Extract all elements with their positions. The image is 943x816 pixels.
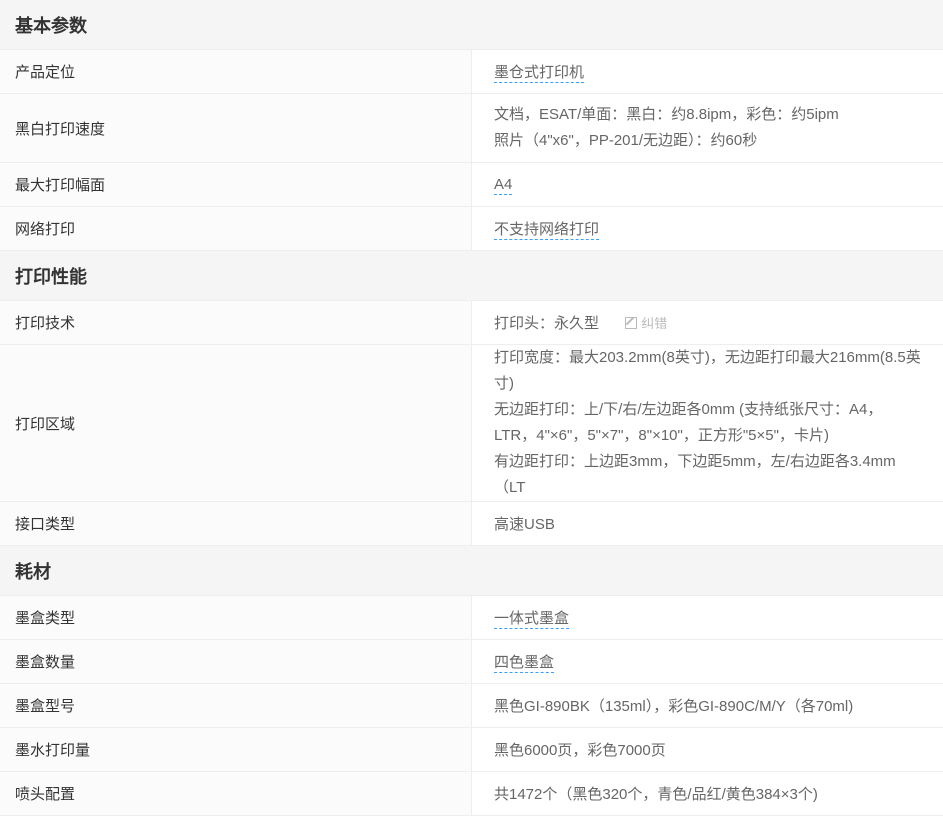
spec-label: 黑白打印速度 [0,94,472,163]
spec-value-line: 无边距打印：上/下/右/左边距各0mm (支持纸张尺寸：A4，LTR，4"×6"… [494,397,923,449]
section-title: 耗材 [0,546,943,596]
spec-label: 墨盒数量 [0,640,472,684]
spec-row-ink-yield: 墨水打印量 黑色6000页，彩色7000页 [0,728,943,772]
spec-table: 基本参数 产品定位 墨仓式打印机 黑白打印速度 文档，ESAT/单面：黑白：约8… [0,0,943,816]
section-header-basic: 基本参数 [0,0,943,50]
spec-value-line: 照片（4"x6"，PP-201/无边距）：约60秒 [494,128,923,154]
spec-label: 最大打印幅面 [0,163,472,207]
spec-row-print-tech: 打印技术 打印头：永久型 纠错 [0,301,943,345]
spec-row-nozzle-config: 喷头配置 共1472个（黑色320个，青色/品红/黄色384×3个) [0,772,943,816]
section-title: 打印性能 [0,251,943,301]
spec-value-line: 打印宽度：最大203.2mm(8英寸)，无边距打印最大216mm(8.5英寸) [494,345,923,397]
section-title: 基本参数 [0,0,943,50]
spec-label: 接口类型 [0,502,472,546]
spec-value-link[interactable]: 墨仓式打印机 [494,64,584,83]
spec-value-link[interactable]: 四色墨盒 [494,654,554,673]
spec-value-line: 有边距打印：上边距3mm，下边距5mm，左/右边距各3.4mm（LT [494,449,923,501]
spec-row-network-print: 网络打印 不支持网络打印 [0,207,943,251]
spec-label: 墨盒型号 [0,684,472,728]
spec-row-cartridge-model: 墨盒型号 黑色GI-890BK（135ml），彩色GI-890C/M/Y（各70… [0,684,943,728]
spec-row-cartridge-count: 墨盒数量 四色墨盒 [0,640,943,684]
spec-value: 黑色GI-890BK（135ml），彩色GI-890C/M/Y（各70ml) [472,684,943,728]
spec-value: 文档，ESAT/单面：黑白：约8.8ipm，彩色：约5ipm 照片（4"x6"，… [472,94,943,163]
spec-row-print-area: 打印区域 打印宽度：最大203.2mm(8英寸)，无边距打印最大216mm(8.… [0,345,943,502]
spec-value-link[interactable]: 不支持网络打印 [494,221,599,240]
spec-row-mono-speed: 黑白打印速度 文档，ESAT/单面：黑白：约8.8ipm，彩色：约5ipm 照片… [0,94,943,163]
edit-icon [625,317,637,329]
spec-value: 共1472个（黑色320个，青色/品红/黄色384×3个) [472,772,943,816]
spec-row-max-format: 最大打印幅面 A4 [0,163,943,207]
spec-value: 黑色6000页，彩色7000页 [472,728,943,772]
spec-label: 打印区域 [0,345,472,502]
spec-label: 网络打印 [0,207,472,251]
section-header-consumables: 耗材 [0,546,943,596]
spec-row-product-position: 产品定位 墨仓式打印机 [0,50,943,94]
spec-row-interface: 接口类型 高速USB [0,502,943,546]
spec-value-text: 打印头：永久型 [494,315,599,332]
spec-label: 墨盒类型 [0,596,472,640]
spec-value: 高速USB [472,502,943,546]
spec-label: 产品定位 [0,50,472,94]
spec-value: 打印头：永久型 纠错 [472,301,943,345]
correct-error-link[interactable]: 纠错 [625,316,667,331]
spec-value: 打印宽度：最大203.2mm(8英寸)，无边距打印最大216mm(8.5英寸) … [472,345,943,502]
spec-value-link[interactable]: 一体式墨盒 [494,610,569,629]
spec-label: 喷头配置 [0,772,472,816]
spec-value-line: 文档，ESAT/单面：黑白：约8.8ipm，彩色：约5ipm [494,102,923,128]
spec-row-cartridge-type: 墨盒类型 一体式墨盒 [0,596,943,640]
spec-label: 墨水打印量 [0,728,472,772]
correct-error-label: 纠错 [641,316,667,331]
spec-label: 打印技术 [0,301,472,345]
section-header-print-performance: 打印性能 [0,251,943,301]
spec-value-link[interactable]: A4 [494,176,512,195]
